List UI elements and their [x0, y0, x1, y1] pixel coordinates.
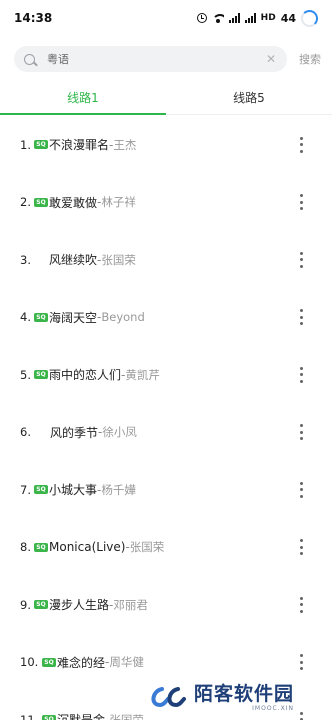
more-options-icon[interactable]	[298, 366, 304, 383]
more-options-icon[interactable]	[298, 654, 304, 671]
song-row[interactable]: 2. SQ 敢爱敢做 - 林子祥	[0, 174, 332, 232]
sq-badge: SQ	[42, 715, 56, 720]
song-artist: 杨千嬅	[101, 482, 136, 497]
search-box[interactable]: ✕	[14, 46, 287, 72]
song-number: 7.	[20, 482, 31, 497]
song-title: 不浪漫罪名	[49, 138, 110, 153]
song-number: 4.	[20, 310, 31, 325]
alarm-icon	[196, 13, 207, 23]
song-number: 8.	[20, 540, 31, 555]
search-bar: ✕ 搜索	[14, 46, 326, 72]
song-title: 海阔天空	[49, 310, 98, 325]
song-number: 6.	[20, 425, 31, 440]
clear-icon[interactable]: ✕	[265, 53, 277, 65]
more-options-icon[interactable]	[298, 251, 304, 268]
signal-icon	[228, 13, 240, 23]
song-title: 风的季节	[50, 425, 99, 440]
watermark-logo-icon	[151, 687, 186, 708]
status-bar: 14:38 HD 44	[0, 0, 332, 36]
song-row[interactable]: 6. 风的季节 - 徐小凤	[0, 404, 332, 462]
sq-badge: SQ	[34, 197, 48, 207]
sq-badge: SQ	[34, 485, 48, 495]
song-title: 难念的经	[57, 655, 106, 670]
song-number: 10.	[20, 655, 39, 670]
battery-level: 44	[280, 11, 296, 25]
song-artist: 张国荣	[129, 540, 165, 555]
tab-route-5[interactable]: 线路5	[166, 80, 332, 114]
search-icon	[24, 53, 35, 65]
song-artist: 黄凯芹	[125, 367, 160, 382]
more-options-icon[interactable]	[298, 424, 304, 441]
song-row[interactable]: 4. SQ 海阔天空 - Beyond	[0, 289, 332, 347]
song-artist: 张国荣	[101, 252, 136, 267]
battery-ring-icon	[301, 9, 318, 27]
sq-badge: SQ	[34, 600, 48, 610]
song-title: Monica(Live)	[49, 540, 126, 555]
song-title: 漫步人生路	[49, 598, 110, 613]
song-row[interactable]: 7. SQ 小城大事 - 杨千嬅	[0, 461, 332, 519]
watermark: 陌客软件园 IMOOC.XIN	[148, 676, 328, 718]
search-input[interactable]	[47, 52, 265, 66]
song-list: 1. SQ 不浪漫罪名 - 王杰 2. SQ 敢爱敢做 - 林子祥 3. 风继续吹 - 张国荣 4. SQ 海阔…	[0, 116, 332, 720]
more-options-icon[interactable]	[298, 596, 304, 613]
song-number: 5.	[20, 367, 31, 382]
song-row[interactable]: 9. SQ 漫步人生路 - 邓丽君	[0, 576, 332, 634]
song-number: 11.	[20, 712, 39, 720]
search-button[interactable]: 搜索	[299, 51, 321, 67]
sq-badge: SQ	[34, 370, 48, 380]
song-number: 3.	[20, 252, 31, 267]
song-artist: 邓丽君	[113, 597, 148, 612]
sq-badge: SQ	[42, 657, 56, 667]
song-title: 小城大事	[49, 483, 98, 498]
song-row[interactable]: 5. SQ 雨中的恋人们 - 黄凯芹	[0, 346, 332, 404]
song-artist: 张国荣	[109, 712, 144, 720]
wifi-icon	[211, 13, 224, 23]
song-number: 2.	[20, 195, 31, 210]
sq-badge: SQ	[34, 140, 48, 150]
signal-icon-2	[244, 13, 256, 23]
more-options-icon[interactable]	[298, 136, 304, 153]
watermark-subtitle: IMOOC.XIN	[252, 704, 295, 712]
song-row[interactable]: 8. SQ Monica(Live) - 张国荣	[0, 519, 332, 577]
more-options-icon[interactable]	[298, 309, 304, 326]
network-type: HD	[260, 13, 276, 23]
more-options-icon[interactable]	[298, 539, 304, 556]
sq-badge: SQ	[34, 312, 48, 322]
more-options-icon[interactable]	[298, 194, 304, 211]
song-number: 9.	[20, 597, 31, 612]
more-options-icon[interactable]	[298, 481, 304, 498]
song-title: 敢爱敢做	[49, 195, 98, 210]
watermark-title: 陌客软件园	[194, 682, 295, 705]
song-artist: 林子祥	[101, 195, 136, 210]
song-number: 1.	[20, 137, 31, 152]
song-title: 沉默是金	[57, 711, 105, 720]
song-row[interactable]: 1. SQ 不浪漫罪名 - 王杰	[0, 116, 332, 174]
tab-route-1[interactable]: 线路1	[0, 80, 166, 115]
song-artist: Beyond	[101, 310, 145, 325]
song-row[interactable]: 3. 风继续吹 - 张国荣	[0, 231, 332, 289]
status-icons: HD 44	[196, 9, 318, 27]
song-artist: 王杰	[113, 137, 137, 152]
status-time: 14:38	[14, 11, 53, 25]
song-artist: 徐小凤	[102, 425, 137, 440]
song-title: 雨中的恋人们	[49, 368, 122, 383]
sq-badge: SQ	[34, 542, 48, 552]
route-tabs: 线路1 线路5	[0, 80, 332, 115]
song-title: 风继续吹	[49, 253, 98, 268]
song-artist: 周华健	[109, 655, 144, 670]
